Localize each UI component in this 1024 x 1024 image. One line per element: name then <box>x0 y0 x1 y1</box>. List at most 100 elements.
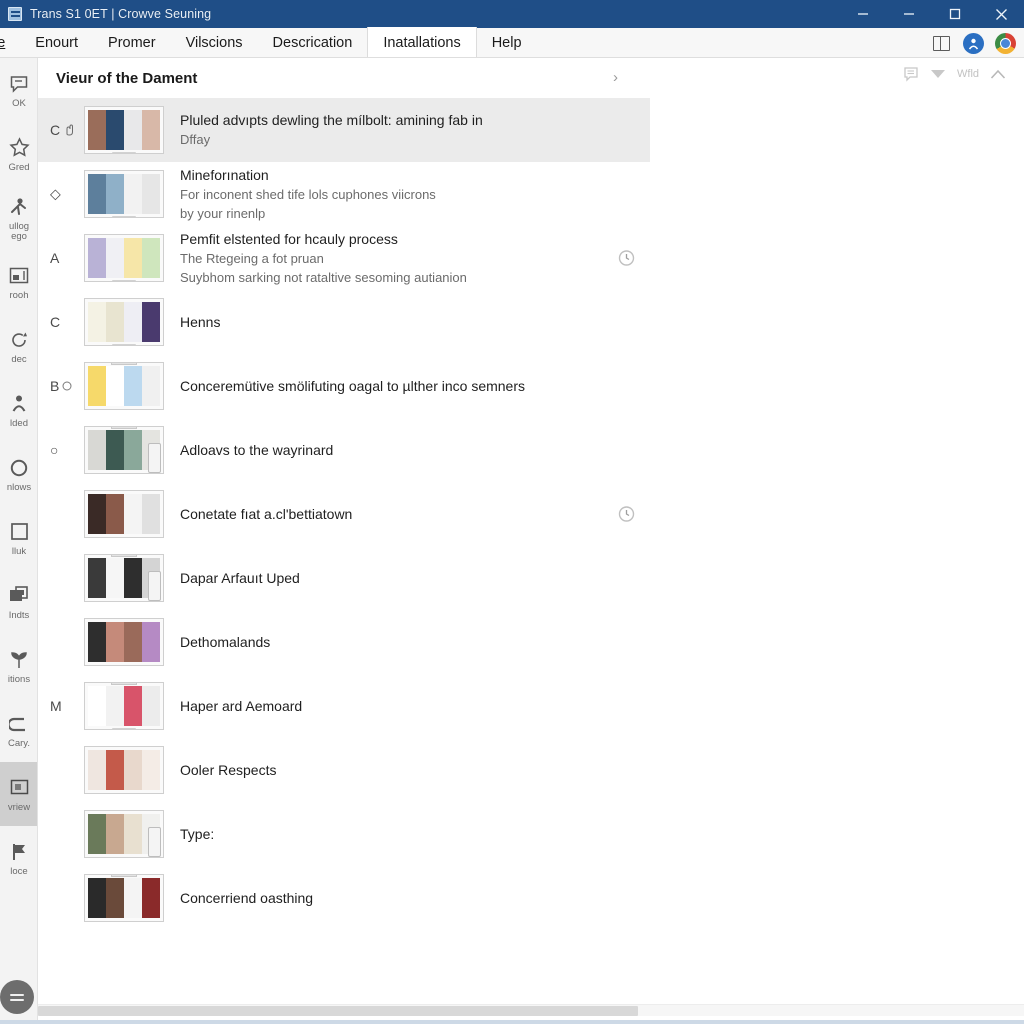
sidebar-item-dec[interactable]: dec <box>0 314 37 378</box>
row-marker: ◇ <box>50 186 61 203</box>
sidebar-item-lded[interactable]: lded <box>0 378 37 442</box>
menu-fab-button[interactable] <box>0 980 34 1014</box>
preview-icon <box>10 776 29 800</box>
list-item[interactable]: Dethomalands <box>38 610 650 674</box>
maximize-button[interactable] <box>932 0 978 28</box>
list-item[interactable]: M Haper ard Aemoard <box>38 674 650 738</box>
list-item[interactable]: Concerriend oasthing <box>38 866 650 930</box>
row-title: Concerriend oasthing <box>180 889 314 906</box>
circle-outline-icon <box>62 381 72 391</box>
row-marker-letter: ◇ <box>50 185 61 202</box>
row-text: Conetate fıat a.cl'bettiatown <box>174 505 626 524</box>
thumbnail <box>84 106 164 154</box>
sidebar-item-label: loce <box>10 866 28 877</box>
chevron-up-icon[interactable] <box>990 69 1006 80</box>
row-subtitle: For inconent shed tife lols cuphones vii… <box>180 186 436 202</box>
menu-item-label: Descrication <box>272 34 353 51</box>
thumbnail <box>84 554 164 602</box>
thumbnail <box>84 746 164 794</box>
sidebar-item-lluk[interactable]: lluk <box>0 506 37 570</box>
list-item[interactable]: ◇ Mineforınation For inconent shed tife … <box>38 162 650 226</box>
thumbnail <box>84 362 164 410</box>
sidebar-item-label: nlows <box>6 482 32 493</box>
sidebar-item-loce[interactable]: loce <box>0 826 37 890</box>
sidebar-item-nlows[interactable]: nlows <box>0 442 37 506</box>
row-text: Mineforınation For inconent shed tife lo… <box>174 166 626 223</box>
sidebar-item-label: lded <box>10 418 28 429</box>
sidebar-item-label: lluk <box>11 546 27 557</box>
list-item[interactable]: ○ Adloavs to the wayrinard <box>38 418 650 482</box>
account-icon[interactable] <box>962 32 984 54</box>
row-text: Haper ard Aemoard <box>174 697 626 716</box>
list-item[interactable]: C Pluled advıpts dewling the mílbolt: am… <box>38 98 650 162</box>
horizontal-scrollbar[interactable] <box>38 1004 1024 1016</box>
row-marker-letter: C <box>50 122 61 138</box>
menu-item-inatallations[interactable]: Inatallations <box>367 27 477 57</box>
list-item[interactable]: Type: <box>38 802 650 866</box>
expand-chevron-icon[interactable]: › <box>613 70 618 86</box>
filter-down-icon[interactable] <box>930 69 946 79</box>
leaf-icon <box>9 648 29 672</box>
row-text: Pemfit elstented for hcauly process The … <box>174 230 626 287</box>
sidebar-item-rooh[interactable]: rooh <box>0 250 37 314</box>
menu-item-descrication[interactable]: Descrication <box>258 28 368 57</box>
list-item[interactable]: C Henns <box>38 290 650 354</box>
row-marker: ○ <box>50 442 58 458</box>
sidebar-item-vriew[interactable]: vriew <box>0 762 37 826</box>
clock-icon[interactable] <box>618 506 635 523</box>
sidebar-item-ullog-ego[interactable]: ullog ego <box>0 186 37 250</box>
list-item[interactable]: B Conceremütive smölifuting oagal to µlt… <box>38 354 650 418</box>
row-text: Henns <box>174 313 626 332</box>
chrome-icon[interactable] <box>994 32 1016 54</box>
menu-item-vilscions[interactable]: Vilscions <box>171 28 258 57</box>
sidebar-item-gred[interactable]: Gred <box>0 122 37 186</box>
sidebar-item-cary[interactable]: Cary. <box>0 698 37 762</box>
menubar-right-tools <box>930 28 1020 58</box>
person-icon <box>9 392 29 416</box>
comment-icon[interactable] <box>903 66 919 82</box>
list-item[interactable]: Conetate fıat a.cl'bettiatown <box>38 482 650 546</box>
sidebar-item-itions[interactable]: itions <box>0 634 37 698</box>
title-bar: Trans S1 0ET | Crowve Seuning <box>0 0 1024 28</box>
window-title: Trans S1 0ET | Crowve Seuning <box>30 7 212 21</box>
row-title: Pemfit elstented for hcauly process <box>180 230 398 247</box>
document-icon <box>8 7 22 21</box>
sidebar-item-ok[interactable]: OK <box>0 58 37 122</box>
page-title: Vieur of the Dament <box>56 69 198 87</box>
row-text: Conceremütive smölifuting oagal to µlthe… <box>174 377 626 396</box>
restore-down-button[interactable] <box>886 0 932 28</box>
row-title: Henns <box>180 313 221 330</box>
thumbnail <box>84 490 164 538</box>
flag-icon <box>9 840 29 864</box>
sidebar-item-label: Cary. <box>8 738 30 749</box>
close-button[interactable] <box>978 0 1024 28</box>
list-item[interactable]: Dapar Arfauıt Uped <box>38 546 650 610</box>
thumbnail <box>84 682 164 730</box>
split-pane-icon[interactable] <box>930 32 952 54</box>
row-text: Pluled advıpts dewling the mílbolt: amin… <box>174 111 626 149</box>
menu-item-help[interactable]: Help <box>477 28 537 57</box>
minimize-button[interactable] <box>840 0 886 28</box>
row-marker-letter: ○ <box>50 442 59 458</box>
row-text: Type: <box>174 825 626 844</box>
hand-icon <box>63 124 75 136</box>
sidebar-item-label: ullog ego <box>8 221 30 242</box>
menu-item-promer[interactable]: Promer <box>93 28 171 57</box>
list-item[interactable]: Ooler Respects <box>38 738 650 802</box>
menu-item-label: le <box>0 34 6 51</box>
hamburger-icon <box>10 993 24 996</box>
menu-item-enourt[interactable]: Enourt <box>20 28 93 57</box>
sidebar-item-label: rooh <box>9 290 29 301</box>
row-marker: C <box>50 122 75 138</box>
clock-icon[interactable] <box>618 250 635 267</box>
sidebar-item-indts[interactable]: Indts <box>0 570 37 634</box>
row-title: Pluled advıpts dewling the mílbolt: amin… <box>180 112 483 128</box>
menu-item-le[interactable]: le <box>0 28 20 57</box>
row-title: Dethomalands <box>180 633 271 650</box>
sidebar-item-label: dec <box>11 354 27 365</box>
list-item[interactable]: A Pemfit elstented for hcauly process Th… <box>38 226 650 290</box>
row-title: Mineforınation <box>180 166 269 183</box>
menu-item-label: Help <box>491 34 522 51</box>
item-list: C Pluled advıpts dewling the mílbolt: am… <box>38 98 1024 930</box>
scrollbar-thumb[interactable] <box>38 1006 638 1016</box>
